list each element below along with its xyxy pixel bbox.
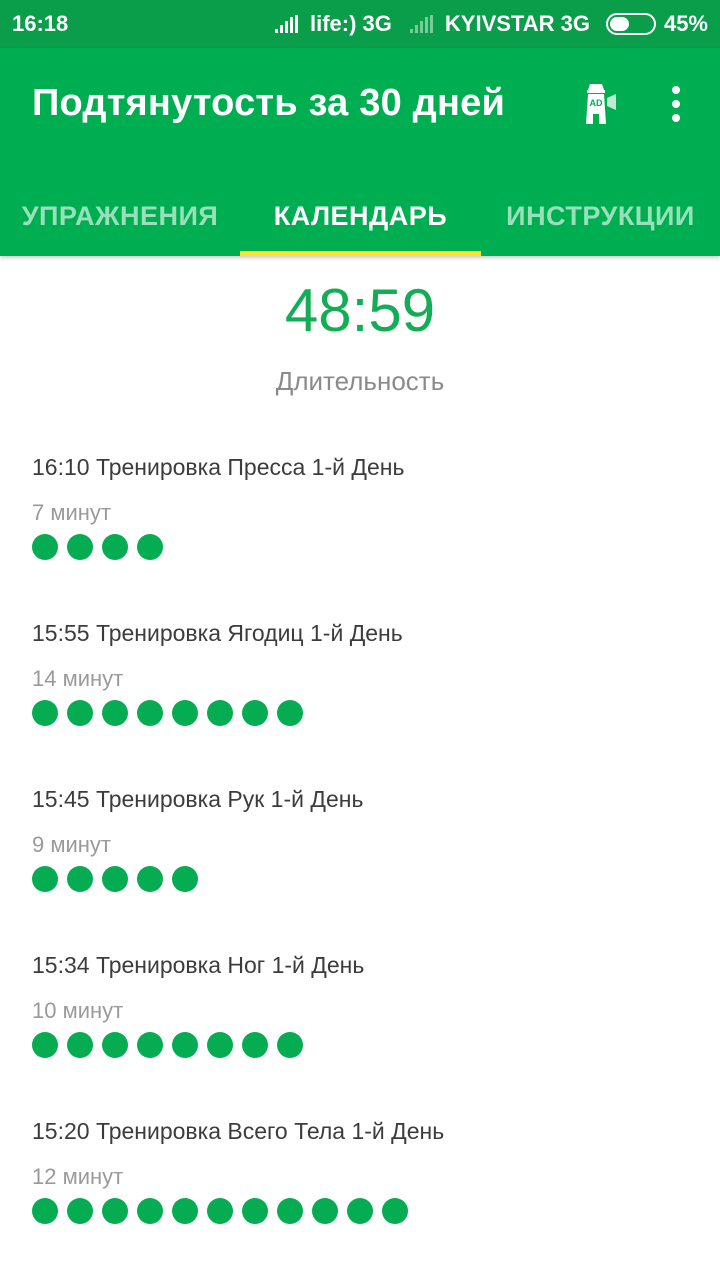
exercise-dots (32, 1198, 408, 1224)
carrier-2-label: KYIVSTAR 3G (444, 11, 590, 36)
signal-strength-icon (274, 15, 298, 33)
exercise-dot (32, 534, 58, 560)
exercise-dot (207, 700, 233, 726)
exercise-dot (67, 1198, 93, 1224)
exercise-dot (172, 1198, 198, 1224)
workout-title: 15:34 Тренировка Ног 1-й День (32, 952, 365, 978)
exercise-dots (32, 534, 163, 560)
tab-exercises[interactable]: УПРАЖНЕНИЯ (0, 176, 240, 256)
exercise-dot (277, 1032, 303, 1058)
exercise-dot (382, 1198, 408, 1224)
exercise-dot (172, 700, 198, 726)
exercise-dot (137, 700, 163, 726)
exercise-dot (137, 866, 163, 892)
app-bar: Подтянутость за 30 дней AD УПРАЖНЕНИЯ КА… (0, 48, 720, 256)
exercise-dot (102, 1198, 128, 1224)
workout-title: 15:55 Тренировка Ягодиц 1-й День (32, 620, 403, 646)
tab-bar: УПРАЖНЕНИЯ КАЛЕНДАРЬ ИНСТРУКЦИИ (0, 176, 720, 256)
battery-percent: 45% (663, 11, 708, 36)
status-indicators: life:) 3G KYIVSTAR 3G 45% (274, 11, 708, 37)
workout-duration: 14 минут (32, 666, 124, 691)
workout-item[interactable]: 15:55 Тренировка Ягодиц 1-й День 14 мину… (32, 620, 692, 770)
workout-title: 15:45 Тренировка Рук 1-й День (32, 786, 364, 812)
workout-item[interactable]: 15:20 Тренировка Всего Тела 1-й День 12 … (32, 1118, 692, 1268)
exercise-dot (67, 534, 93, 560)
exercise-dot (242, 1198, 268, 1224)
carrier-1-label: life:) 3G (309, 11, 392, 36)
exercise-dot (67, 1032, 93, 1058)
exercise-dot (102, 534, 128, 560)
workout-duration: 10 минут (32, 998, 124, 1023)
exercise-dot (67, 866, 93, 892)
exercise-dot (347, 1198, 373, 1224)
exercise-dot (67, 700, 93, 726)
exercise-dot (32, 866, 58, 892)
workout-title: 15:20 Тренировка Всего Тела 1-й День (32, 1118, 445, 1144)
workout-duration: 9 минут (32, 832, 111, 857)
workout-title: 16:10 Тренировка Пресса 1-й День (32, 454, 405, 480)
workout-duration: 12 минут (32, 1164, 124, 1189)
exercise-dot (32, 700, 58, 726)
exercise-dot (242, 700, 268, 726)
app-title: Подтянутость за 30 дней (32, 82, 506, 124)
workout-item[interactable]: 15:34 Тренировка Ног 1-й День 10 минут (32, 952, 692, 1102)
signal-strength-icon (409, 15, 433, 33)
exercise-dot (32, 1032, 58, 1058)
exercise-dot (137, 1032, 163, 1058)
workout-item[interactable]: 16:10 Тренировка Пресса 1-й День 7 минут (32, 454, 692, 604)
exercise-dots (32, 700, 303, 726)
status-bar: 16:18 life:) 3G KYIVSTAR 3G 45% (0, 0, 720, 48)
exercise-dot (137, 1198, 163, 1224)
exercise-dot (207, 1032, 233, 1058)
battery-icon (605, 13, 656, 35)
total-duration-value: 48:59 (284, 277, 436, 344)
total-duration-label: Длительность (275, 366, 445, 396)
exercise-dot (137, 534, 163, 560)
exercise-dot (32, 1198, 58, 1224)
exercise-dots (32, 1032, 303, 1058)
status-time: 16:18 (12, 11, 69, 36)
svg-text:AD: AD (590, 98, 603, 108)
exercise-dot (277, 700, 303, 726)
exercise-dot (102, 1032, 128, 1058)
workout-duration: 7 минут (32, 500, 111, 525)
exercise-dot (172, 866, 198, 892)
exercise-dot (102, 866, 128, 892)
calendar-content[interactable]: 48:59 Длительность 16:10 Тренировка Прес… (0, 256, 720, 1280)
ad-lighthouse-icon[interactable]: AD (572, 80, 620, 128)
tab-calendar[interactable]: КАЛЕНДАРЬ (240, 176, 481, 256)
exercise-dot (277, 1198, 303, 1224)
tab-instructions[interactable]: ИНСТРУКЦИИ (481, 176, 720, 256)
workout-item[interactable]: 15:45 Тренировка Рук 1-й День 9 минут (32, 786, 692, 936)
exercise-dot (312, 1198, 338, 1224)
exercise-dot (207, 1198, 233, 1224)
exercise-dots (32, 866, 198, 892)
exercise-dot (172, 1032, 198, 1058)
exercise-dot (242, 1032, 268, 1058)
more-vert-icon[interactable] (656, 80, 696, 128)
exercise-dot (102, 700, 128, 726)
